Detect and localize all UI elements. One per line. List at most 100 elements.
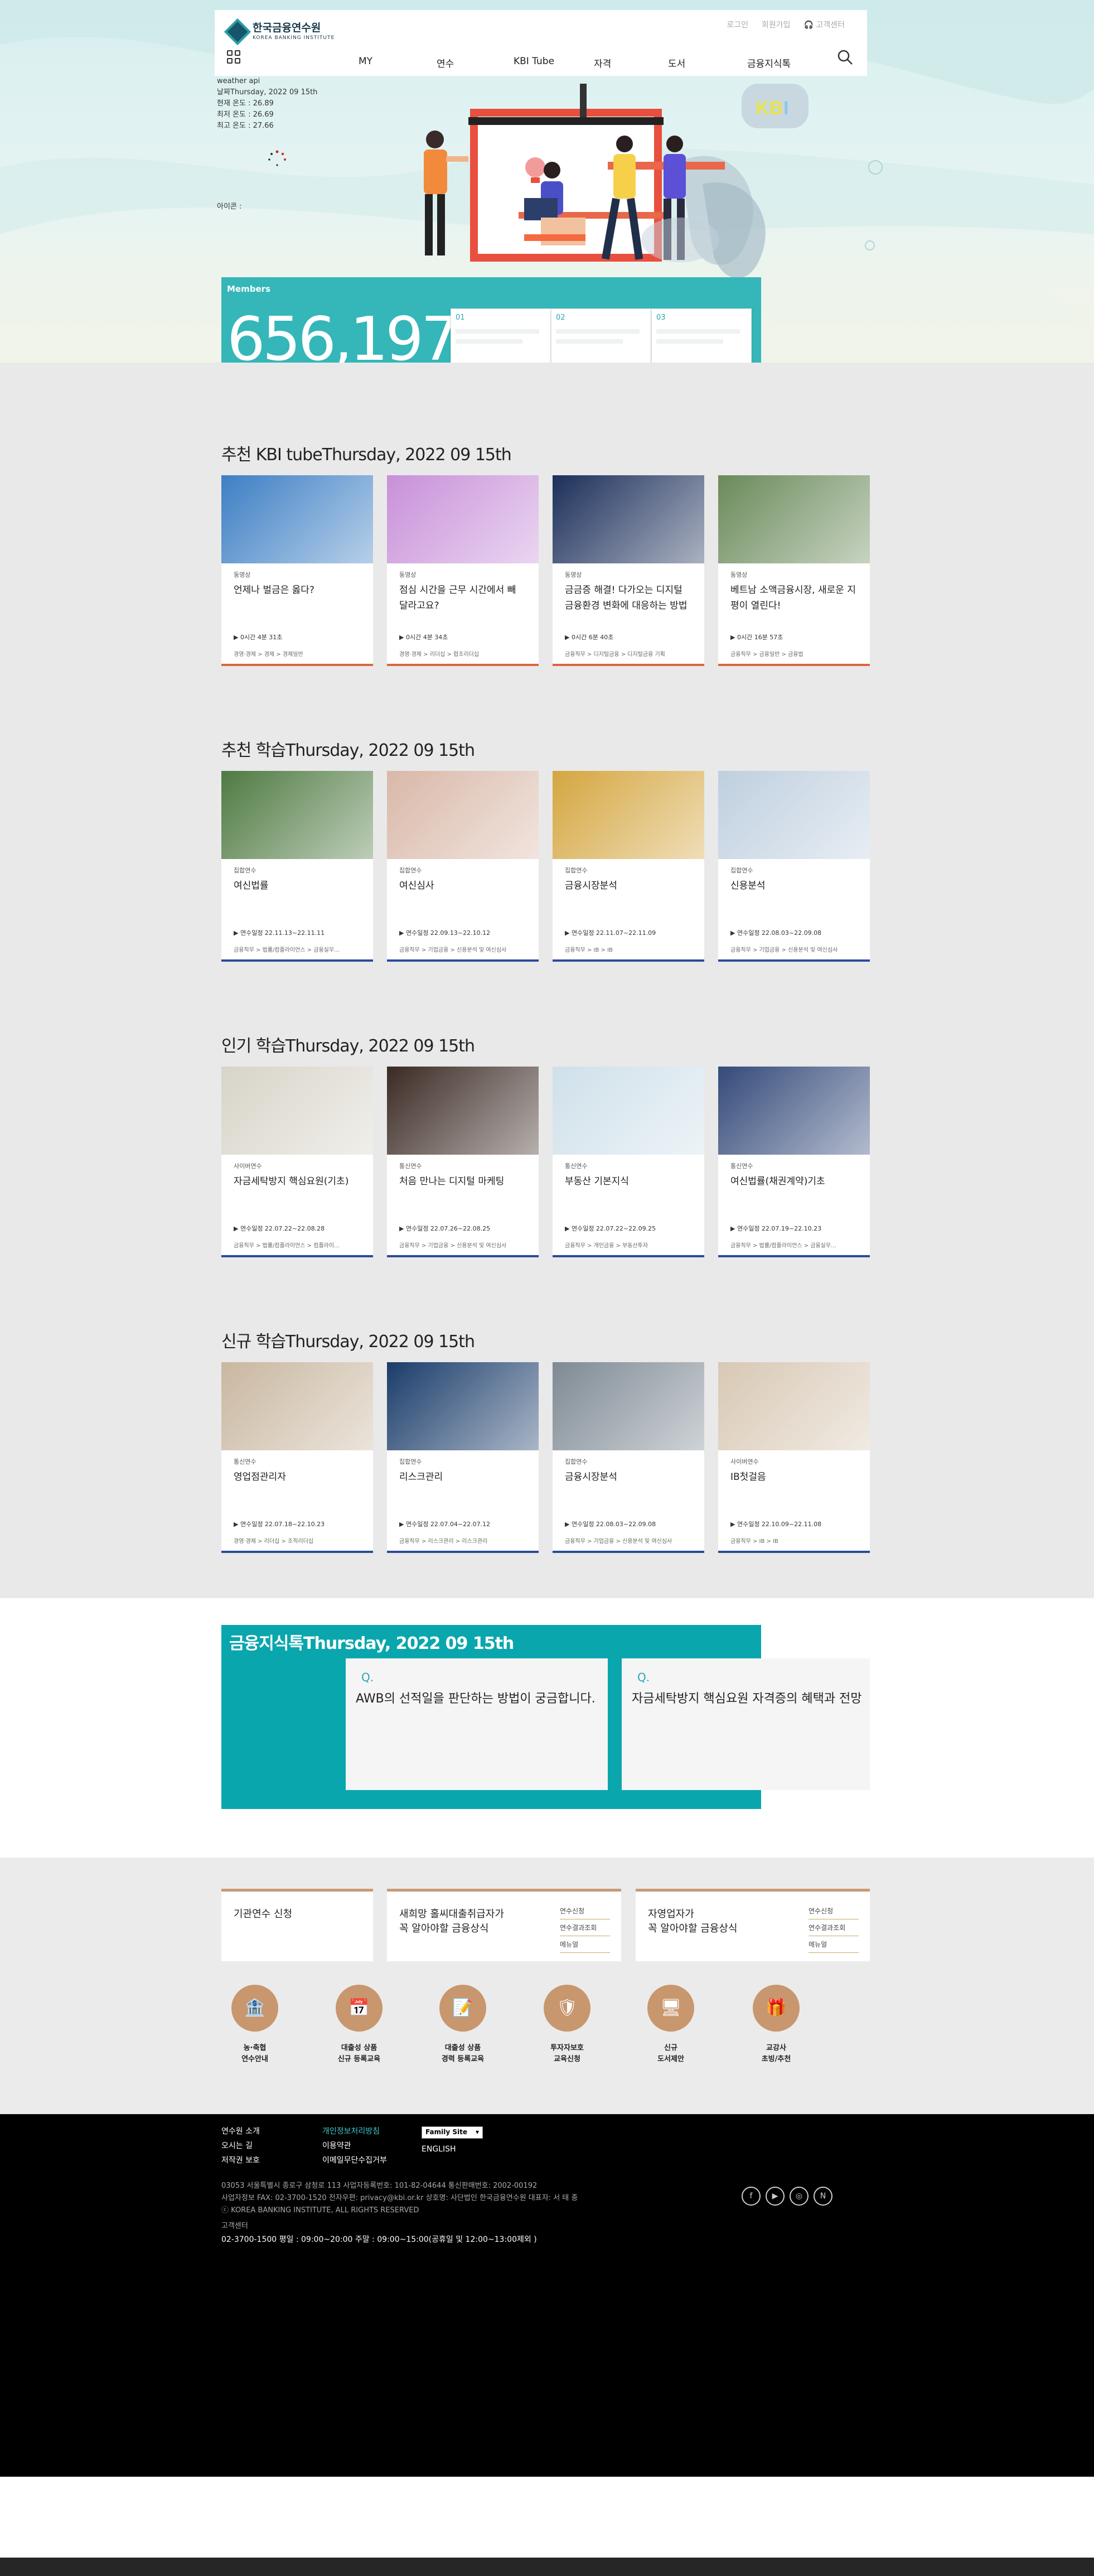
course-card[interactable]: 동영상 언제나 벌금은 옳다? ▶ 0시간 4분 31초 경영·경제 > 경제 … bbox=[221, 475, 373, 666]
footer-link-about[interactable]: 연수원 소개 bbox=[221, 2124, 260, 2139]
all-menu-grid-icon[interactable] bbox=[227, 50, 241, 65]
card-line bbox=[556, 329, 640, 334]
customer-center-link[interactable]: 🎧 고객센터 bbox=[804, 19, 845, 30]
card-date: ▶ 연수일정 22.10.09~22.11.08 bbox=[730, 1521, 822, 1528]
footer-link-privacy[interactable]: 개인정보처리방침 bbox=[322, 2124, 387, 2139]
card-category: 동영상 bbox=[399, 571, 417, 578]
hope-loan-banner[interactable]: 새희망 홀씨대출취급자가 꼭 알아야할 금융상식 연수신청 연수결과조회 메뉴얼 bbox=[387, 1889, 621, 1961]
card-accent-bar bbox=[553, 1551, 704, 1553]
nav-certification[interactable]: 자격 bbox=[594, 56, 611, 70]
quick-link-2[interactable]: 📅 대출성 상품 신규 등록교육 bbox=[328, 1985, 390, 2065]
card-path: 금융직무 > 기업금융 > 신용분석 및 여신심사 bbox=[565, 1538, 672, 1545]
footer-link-directions[interactable]: 오시는 길 bbox=[221, 2139, 260, 2153]
course-card[interactable]: 집합연수 여신심사 ▶ 연수일정 22.09.13~22.10.12 금융직무 … bbox=[387, 771, 539, 962]
self-employed-banner[interactable]: 자영업자가 꼭 알아야할 금융상식 연수신청 연수결과조회 메뉴얼 bbox=[636, 1889, 870, 1961]
question-mark-label: Q. bbox=[361, 1671, 374, 1684]
quick-link-6[interactable]: 🎁 교강사 초빙/추천 bbox=[746, 1985, 807, 2065]
quick-link-label-1: 투자자보호 bbox=[550, 2044, 584, 2052]
institution-training-banner[interactable]: 기관연수 신청 bbox=[221, 1889, 373, 1961]
site-logo[interactable]: 한국금융연수원 KOREA BANKING INSTITUTE bbox=[224, 18, 335, 46]
quick-link-3[interactable]: 📝 대출성 상품경력 등록교육 bbox=[432, 1985, 493, 2065]
youtube-icon[interactable]: ▶ bbox=[766, 2187, 785, 2206]
calendar-icon: 📅 bbox=[336, 1985, 383, 2032]
quick-service-section: 기관연수 신청 새희망 홀씨대출취급자가 꼭 알아야할 금융상식 연수신청 연수… bbox=[0, 1858, 1094, 2114]
svg-text:KB: KB bbox=[756, 98, 783, 119]
apply-link[interactable]: 연수신청 bbox=[560, 1903, 610, 1919]
course-card[interactable]: 사이버연수 자금세탁방지 핵심요원(기초) ▶ 연수일정 22.07.22~22… bbox=[221, 1067, 373, 1257]
apply-link[interactable]: 연수신청 bbox=[809, 1903, 859, 1919]
footer-link-copyright[interactable]: 저작권 보호 bbox=[221, 2153, 260, 2168]
footer-col-2: 개인정보처리방침 이용약관 이메일무단수집거부 bbox=[322, 2124, 387, 2168]
manual-link[interactable]: 메뉴얼 bbox=[560, 1936, 610, 1953]
card-thumbnail-image bbox=[718, 1362, 870, 1450]
quick-link-label-2: 경력 등록교육 bbox=[441, 2055, 485, 2063]
facebook-icon[interactable]: f bbox=[742, 2187, 761, 2206]
card-thumbnail-image bbox=[553, 475, 704, 563]
nav-knowledge-talk[interactable]: 금융지식톡 bbox=[747, 56, 791, 70]
course-card[interactable]: 동영상 금금증 해결! 다가오는 디지털 금융환경 변화에 대응하는 방법 ▶ … bbox=[553, 475, 704, 666]
knowledge-card-1[interactable]: Q. AWB의 선적일을 판단하는 방법이 궁금합니다. bbox=[346, 1658, 608, 1790]
instagram-icon[interactable]: ◎ bbox=[790, 2187, 809, 2206]
card-date: ▶ 0시간 4분 31초 bbox=[234, 634, 283, 641]
course-card[interactable]: 집합연수 금융시장분석 ▶ 연수일정 22.08.03~22.09.08 금융직… bbox=[553, 1362, 704, 1553]
card-category: 동영상 bbox=[565, 571, 582, 578]
course-card[interactable]: 집합연수 리스크관리 ▶ 연수일정 22.07.04~22.07.12 금융직무… bbox=[387, 1362, 539, 1553]
card-thumbnail-image bbox=[553, 1362, 704, 1450]
english-link[interactable]: ENGLISH bbox=[422, 2142, 456, 2157]
login-link[interactable]: 로그인 bbox=[727, 19, 748, 30]
naver-blog-icon[interactable]: N bbox=[814, 2187, 832, 2206]
weather-max: 최고 온도 : 27.66 bbox=[217, 122, 274, 130]
card-title: 여신법률(채권계약)기초 bbox=[730, 1176, 825, 1187]
card-category: 집합연수 bbox=[730, 867, 753, 874]
card-title: 리스크관리 bbox=[399, 1472, 443, 1483]
family-site-select[interactable]: Family Site ▾ bbox=[422, 2126, 483, 2139]
card-category: 동영상 bbox=[234, 571, 251, 578]
footer-link-email-refusal[interactable]: 이메일무단수집거부 bbox=[322, 2153, 387, 2168]
card-accent-bar bbox=[553, 1255, 704, 1257]
card-date: ▶ 0시간 16분 57초 bbox=[730, 634, 783, 641]
course-card[interactable]: 통신연수 처음 만나는 디지털 마케팅 ▶ 연수일정 22.07.26~22.0… bbox=[387, 1067, 539, 1257]
card-date: ▶ 연수일정 22.11.07~22.11.09 bbox=[565, 929, 656, 937]
nav-my[interactable]: MY bbox=[359, 56, 372, 67]
nav-books[interactable]: 도서 bbox=[668, 56, 685, 70]
knowledge-card-2[interactable]: Q. 자금세탁방지 핵심요원 자격증의 혜택과 전망 bbox=[622, 1658, 870, 1790]
course-card[interactable]: 동영상 점심 시간을 근무 시간에서 빼 달라고요? ▶ 0시간 4분 34초 … bbox=[387, 475, 539, 666]
quick-link-4[interactable]: 🛡 투자자보호교육신청 bbox=[536, 1985, 598, 2065]
shield-icon: 🛡 bbox=[544, 1985, 590, 2032]
card-thumbnail-image bbox=[221, 475, 373, 563]
card-accent-bar bbox=[387, 1551, 539, 1553]
card-title: 여신심사 bbox=[399, 880, 434, 891]
course-card[interactable]: 통신연수 영업점관리자 ▶ 연수일정 22.07.18~22.10.23 경영·… bbox=[221, 1362, 373, 1553]
signup-link[interactable]: 회원가입 bbox=[762, 19, 791, 30]
card-path: 금융직무 > 금융일반 > 금융법 bbox=[730, 652, 803, 658]
course-card[interactable]: 집합연수 신용분석 ▶ 연수일정 22.08.03~22.09.08 금융직무 … bbox=[718, 771, 870, 962]
result-link[interactable]: 연수결과조회 bbox=[560, 1919, 610, 1936]
result-link[interactable]: 연수결과조회 bbox=[809, 1919, 859, 1936]
card-accent-bar bbox=[221, 1551, 373, 1553]
card-date: ▶ 연수일정 22.07.26~22.08.25 bbox=[399, 1225, 491, 1232]
course-card[interactable]: 집합연수 금융시장분석 ▶ 연수일정 22.11.07~22.11.09 금융직… bbox=[553, 771, 704, 962]
nav-training[interactable]: 연수 bbox=[437, 56, 454, 70]
course-card[interactable]: 집합연수 여신법률 ▶ 연수일정 22.11.13~22.11.11 금융직무 … bbox=[221, 771, 373, 962]
quick-link-1[interactable]: 🏦 농·축협 연수안내 bbox=[224, 1985, 285, 2065]
clipboard-icon: 📝 bbox=[439, 1985, 486, 2032]
quick-link-label-1: 대출성 상품 bbox=[444, 2044, 481, 2052]
course-card[interactable]: 통신연수 부동산 기본지식 ▶ 연수일정 22.07.22~22.09.25 금… bbox=[553, 1067, 704, 1257]
course-card[interactable]: 사이버연수 IB첫걸음 ▶ 연수일정 22.10.09~22.11.08 금융직… bbox=[718, 1362, 870, 1553]
manual-link[interactable]: 메뉴얼 bbox=[809, 1936, 859, 1953]
quick-link-label-2: 교육신청 bbox=[554, 2055, 580, 2063]
card-title: 자금세탁방지 핵심요원(기초) bbox=[234, 1176, 349, 1187]
quick-link-5[interactable]: 🖥 신규 도서제안 bbox=[640, 1985, 701, 2065]
course-card[interactable]: 동영상 베트남 소액금융시장, 새로운 지평이 열린다! ▶ 0시간 16분 5… bbox=[718, 475, 870, 666]
section-title: 추천 학습Thursday, 2022 09 15th bbox=[221, 741, 475, 760]
card-date: ▶ 연수일정 22.07.22~22.08.28 bbox=[234, 1225, 325, 1232]
card-path: 금융직무 > 개인금융 > 부동산투자 bbox=[565, 1243, 648, 1249]
nav-kbi-tube[interactable]: KBI Tube bbox=[514, 56, 554, 67]
search-icon[interactable] bbox=[837, 49, 854, 66]
course-card[interactable]: 통신연수 여신법률(채권계약)기초 ▶ 연수일정 22.07.19~22.10.… bbox=[718, 1067, 870, 1257]
footer-link-terms[interactable]: 이용약관 bbox=[322, 2139, 387, 2153]
footer-cs-label: 고객센터 bbox=[221, 2222, 248, 2230]
card-line bbox=[556, 339, 623, 344]
card-path: 경영·경제 > 경제 > 경제일반 bbox=[234, 652, 303, 658]
card-title: 영업점관리자 bbox=[234, 1472, 286, 1483]
